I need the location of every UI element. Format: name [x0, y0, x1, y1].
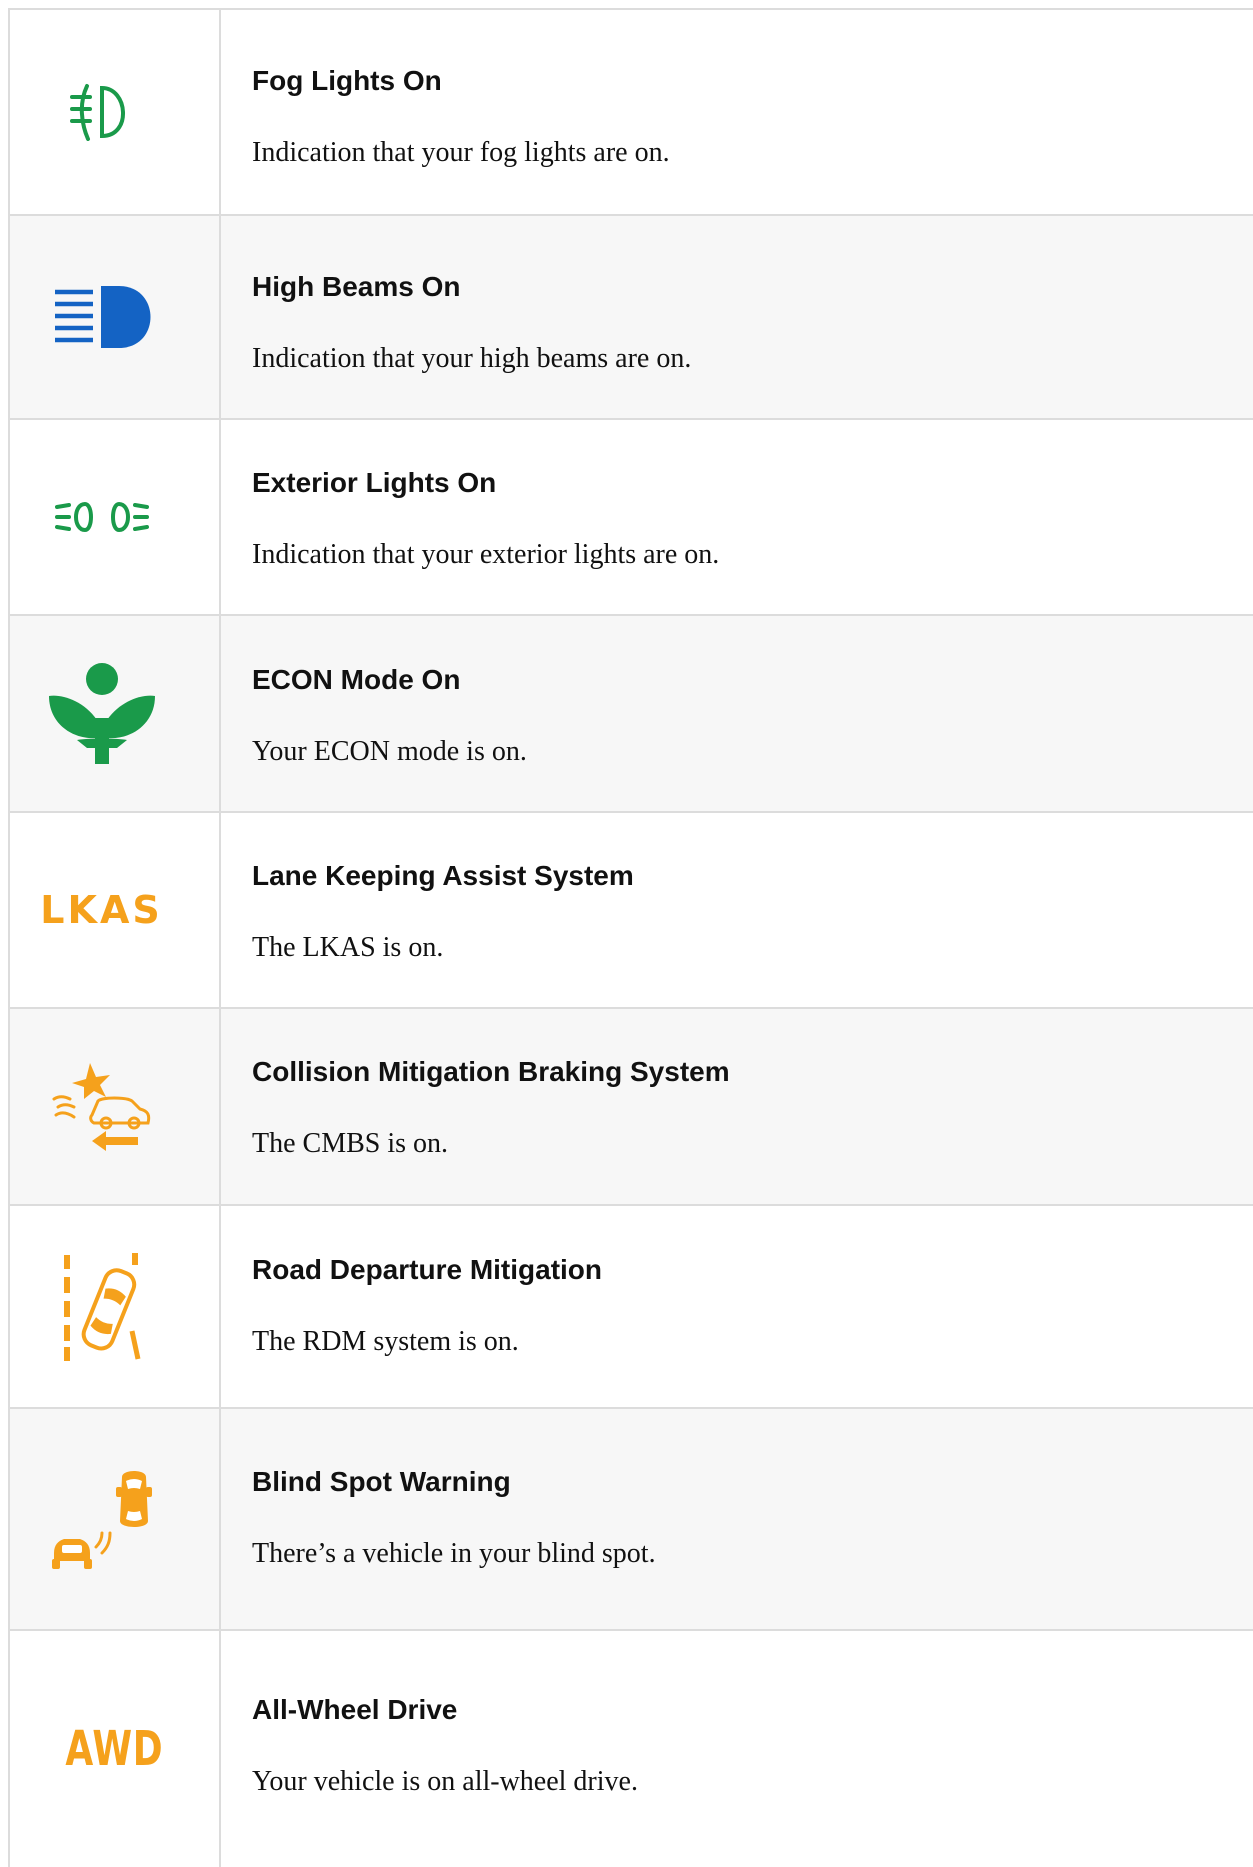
exterior-lights-icon	[54, 501, 149, 533]
row-description: The RDM system is on.	[252, 1326, 519, 1357]
econ-mode-icon	[48, 662, 155, 764]
table-row: Fog Lights On Indication that your fog l…	[10, 10, 1253, 216]
table-row: High Beams On Indication that your high …	[10, 216, 1253, 420]
row-description: Indication that your fog lights are on.	[252, 137, 670, 168]
row-title: Lane Keeping Assist System	[252, 860, 634, 891]
high-beams-icon	[54, 286, 150, 348]
icon-cell	[10, 420, 221, 614]
table-row: LKAS Lane Keeping Assist System The LKAS…	[10, 813, 1253, 1009]
row-title: All-Wheel Drive	[252, 1694, 458, 1725]
row-description: Indication that your high beams are on.	[252, 343, 692, 374]
text-cell: Collision Mitigation Braking System The …	[221, 1009, 1253, 1204]
icon-cell	[10, 1009, 221, 1204]
text-cell: ECON Mode On Your ECON mode is on.	[221, 616, 1253, 811]
table-row: Exterior Lights On Indication that your …	[10, 420, 1253, 616]
row-description: The CMBS is on.	[252, 1128, 449, 1159]
row-description: Indication that your exterior lights are…	[252, 539, 720, 570]
text-cell: Road Departure Mitigation The RDM system…	[221, 1206, 1253, 1407]
text-cell: All-Wheel Drive Your vehicle is on all-w…	[221, 1631, 1253, 1867]
table-row: Collision Mitigation Braking System The …	[10, 1009, 1253, 1206]
fog-lights-icon	[69, 84, 125, 141]
row-description: Your ECON mode is on.	[252, 736, 527, 767]
text-cell: Lane Keeping Assist System The LKAS is o…	[221, 813, 1253, 1007]
row-title: ECON Mode On	[252, 664, 461, 695]
row-title: Collision Mitigation Braking System	[252, 1056, 730, 1087]
text-cell: Blind Spot Warning There’s a vehicle in …	[221, 1409, 1253, 1629]
table-row: AWD All-Wheel Drive Your vehicle is on a…	[10, 1631, 1253, 1867]
icon-cell	[10, 10, 221, 214]
text-cell: Fog Lights On Indication that your fog l…	[221, 10, 1253, 214]
lkas-icon: LKAS	[40, 888, 163, 932]
blind-spot-icon	[51, 1471, 152, 1569]
table-row: Blind Spot Warning There’s a vehicle in …	[10, 1409, 1253, 1631]
table-row: Road Departure Mitigation The RDM system…	[10, 1206, 1253, 1409]
row-title: Exterior Lights On	[252, 467, 497, 498]
text-cell: High Beams On Indication that your high …	[221, 216, 1253, 418]
row-title: Blind Spot Warning	[252, 1466, 511, 1497]
row-title: Road Departure Mitigation	[252, 1254, 603, 1285]
row-title: High Beams On	[252, 271, 461, 302]
icon-cell	[10, 216, 221, 418]
icon-cell	[10, 1206, 221, 1407]
awd-icon: AWD	[65, 1721, 164, 1777]
table-row: ECON Mode On Your ECON mode is on.	[10, 616, 1253, 813]
cmbs-icon	[52, 1062, 150, 1151]
row-description: The LKAS is on.	[252, 932, 444, 963]
text-cell: Exterior Lights On Indication that your …	[221, 420, 1253, 614]
row-title: Fog Lights On	[252, 65, 442, 96]
rdm-icon	[63, 1252, 140, 1361]
indicator-table: Fog Lights On Indication that your fog l…	[8, 8, 1253, 1867]
icon-cell: LKAS	[10, 813, 221, 1007]
row-description: Your vehicle is on all-wheel drive.	[252, 1766, 638, 1797]
icon-cell: AWD	[10, 1631, 221, 1867]
icon-cell	[10, 1409, 221, 1629]
row-description: There’s a vehicle in your blind spot.	[252, 1538, 656, 1569]
icon-cell	[10, 616, 221, 811]
